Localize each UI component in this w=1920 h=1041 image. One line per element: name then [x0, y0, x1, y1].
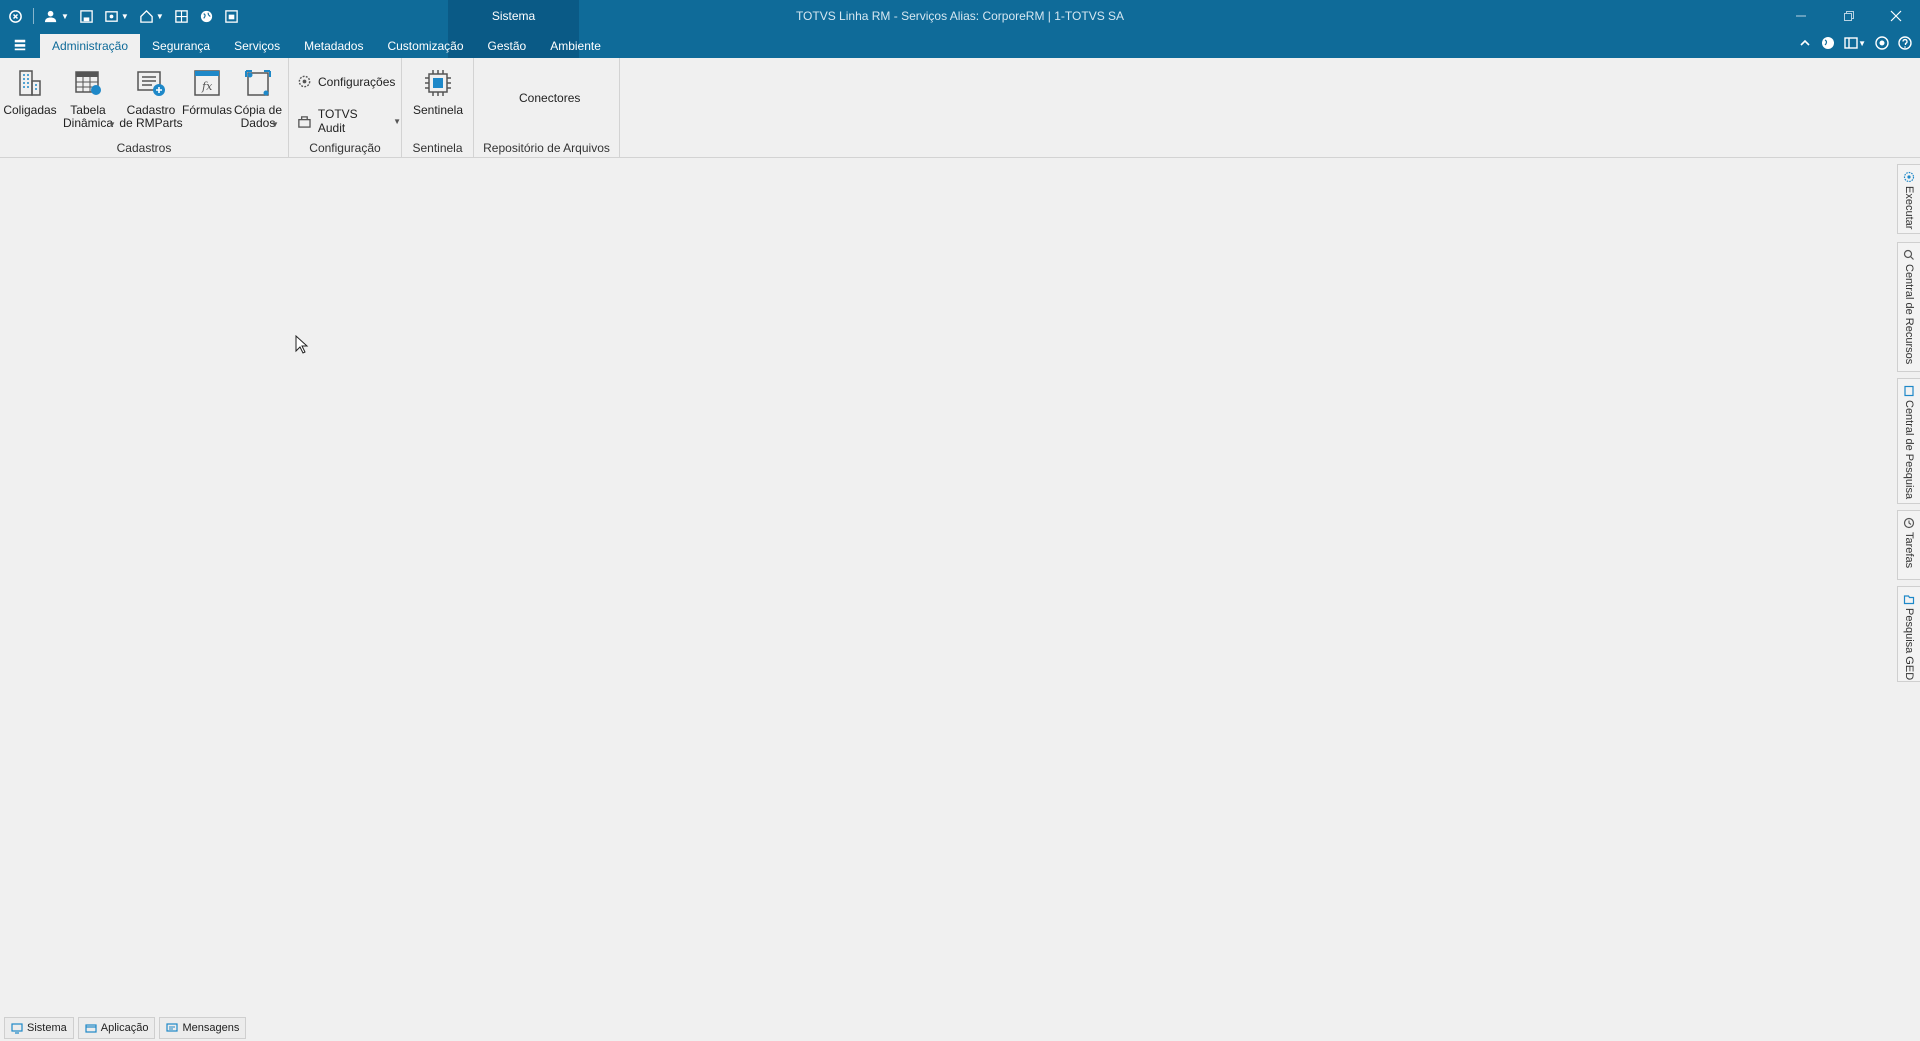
side-tab-executar[interactable]: Executar: [1897, 164, 1920, 234]
app-menu-icon[interactable]: [8, 9, 23, 24]
close-icon: [1890, 10, 1902, 22]
monitor-icon: [11, 1023, 23, 1034]
cadastro-rmparts-button[interactable]: Cadastro de RMParts: [119, 66, 183, 130]
copy-data-icon: [241, 66, 275, 100]
conectores-button[interactable]: Conectores: [519, 91, 580, 105]
home-icon[interactable]: ▼: [139, 9, 164, 24]
context-tab-label: Sistema: [491, 9, 536, 23]
side-tab-tarefas[interactable]: Tarefas: [1897, 510, 1920, 580]
formula-icon: fx: [190, 66, 224, 100]
group-cadastros: Coligadas Tabela Dinâmica ▼ Cadastro de …: [0, 58, 289, 157]
layout-icon[interactable]: ▼: [1844, 36, 1866, 50]
chevron-down-icon[interactable]: ▼: [393, 117, 401, 126]
list-add-icon: [134, 66, 168, 100]
group-repositorio: Conectores Repositório de Arquivos: [474, 58, 620, 157]
tab-servicos[interactable]: Serviços: [222, 34, 292, 58]
side-tab-central-recursos[interactable]: Central de Recursos: [1897, 242, 1920, 372]
tab-administracao[interactable]: Administração: [40, 34, 141, 58]
side-tab-label: Central de Recursos: [1903, 264, 1915, 365]
folder-icon: [1903, 595, 1915, 605]
chevron-down-icon[interactable]: ▼: [108, 120, 116, 129]
status-bar: Sistema Aplicação Mensagens: [0, 1015, 1920, 1041]
minimize-button[interactable]: [1781, 4, 1821, 28]
status-mensagens-button[interactable]: Mensagens: [159, 1017, 247, 1039]
support-icon[interactable]: [1875, 36, 1889, 50]
group-sentinela: Sentinela Sentinela: [402, 58, 474, 157]
menu-icon: [14, 39, 26, 51]
tab-seguranca[interactable]: Segurança: [140, 34, 222, 58]
status-mensagens-label: Mensagens: [182, 1022, 240, 1034]
audit-icon: [298, 115, 311, 128]
grid-icon[interactable]: [174, 9, 189, 24]
tabela-dinamica-label: Tabela Dinâmica: [62, 103, 113, 130]
chip-icon: [421, 66, 455, 100]
tab-gestao[interactable]: Gestão: [476, 34, 539, 58]
formulas-button[interactable]: fx Fórmulas: [182, 66, 233, 117]
building-icon: [13, 66, 47, 100]
close-button[interactable]: [1876, 4, 1916, 28]
side-tab-label: Central de Pesquisa: [1903, 400, 1915, 500]
help-icon[interactable]: [1898, 36, 1912, 50]
sentinela-label: Sentinela: [412, 103, 464, 117]
configuracoes-label: Configurações: [318, 74, 396, 89]
mouse-cursor-icon: [295, 335, 309, 354]
restore-button[interactable]: [1829, 4, 1869, 28]
tab-customizacao[interactable]: Customização: [375, 34, 475, 58]
side-tab-label: Pesquisa GED: [1903, 608, 1915, 681]
qat-separator: [33, 8, 34, 24]
restore-icon: [1844, 11, 1854, 21]
document-icon: [1904, 385, 1914, 397]
group-label-configuracao: Configuração: [309, 141, 381, 155]
ribbon-tabs: Administração Segurança Serviços Metadad…: [0, 32, 613, 58]
totvs-audit-label: TOTVS Audit: [317, 107, 358, 135]
svg-text:fx: fx: [201, 80, 213, 93]
app-icon: [85, 1024, 97, 1033]
side-tab-label: Tarefas: [1903, 532, 1915, 569]
coligadas-label: Coligadas: [3, 103, 57, 117]
formulas-label: Fórmulas: [182, 103, 233, 117]
quick-access-toolbar: ▼ ▼ ▼: [8, 6, 239, 26]
ribbon-right-icons: ▼: [1798, 36, 1912, 50]
gear-icon: [298, 75, 311, 88]
group-label-sentinela: Sentinela: [412, 141, 463, 155]
collapse-ribbon-icon[interactable]: [1798, 36, 1812, 50]
user-icon[interactable]: ▼: [44, 9, 69, 24]
chevron-down-icon[interactable]: ▼: [271, 120, 279, 129]
tab-ambiente[interactable]: Ambiente: [538, 34, 613, 58]
side-tab-central-pesquisa[interactable]: Central de Pesquisa: [1897, 378, 1920, 504]
search-icon: [1903, 249, 1914, 260]
sentinela-button[interactable]: Sentinela: [411, 66, 465, 117]
status-sistema-label: Sistema: [27, 1022, 67, 1034]
coligadas-button[interactable]: Coligadas: [3, 66, 57, 117]
minimize-icon: [1796, 15, 1806, 17]
group-label-repositorio: Repositório de Arquivos: [483, 141, 610, 155]
side-tab-label: Executar: [1903, 186, 1915, 230]
side-tab-pesquisa-ged[interactable]: Pesquisa GED: [1897, 586, 1920, 682]
table-icon: [71, 66, 105, 100]
status-sistema-button[interactable]: Sistema: [4, 1017, 74, 1039]
clock-icon: [1903, 517, 1915, 529]
main-menu-button[interactable]: [0, 32, 40, 58]
cadastro-rmparts-label: Cadastro de RMParts: [119, 103, 183, 130]
totvs-audit-button[interactable]: TOTVS Audit ▼: [297, 107, 401, 135]
status-aplicacao-button[interactable]: Aplicação: [77, 1017, 156, 1039]
status-aplicacao-label: Aplicação: [100, 1022, 149, 1034]
message-icon: [166, 1023, 179, 1032]
group-label-cadastros: Cadastros: [116, 141, 172, 155]
window-icon[interactable]: [224, 9, 239, 24]
title-bar: ▼ ▼ ▼ Sistema TOTVS Linha RM - Serviços …: [0, 0, 1920, 58]
group-configuracao: Configurações TOTVS Audit ▼ Configuração: [289, 58, 402, 157]
globe-icon[interactable]: [199, 9, 214, 24]
globe-icon[interactable]: [1821, 36, 1835, 50]
save-icon[interactable]: [79, 9, 94, 24]
ribbon-panel: Coligadas Tabela Dinâmica ▼ Cadastro de …: [0, 58, 1920, 158]
config-icon[interactable]: ▼: [104, 9, 129, 24]
conectores-label: Conectores: [519, 91, 581, 105]
gear-icon: [1903, 171, 1915, 183]
tab-metadados[interactable]: Metadados: [292, 34, 375, 58]
configuracoes-button[interactable]: Configurações: [297, 74, 395, 89]
window-title: TOTVS Linha RM - Serviços Alias: Corpore…: [795, 9, 1125, 23]
